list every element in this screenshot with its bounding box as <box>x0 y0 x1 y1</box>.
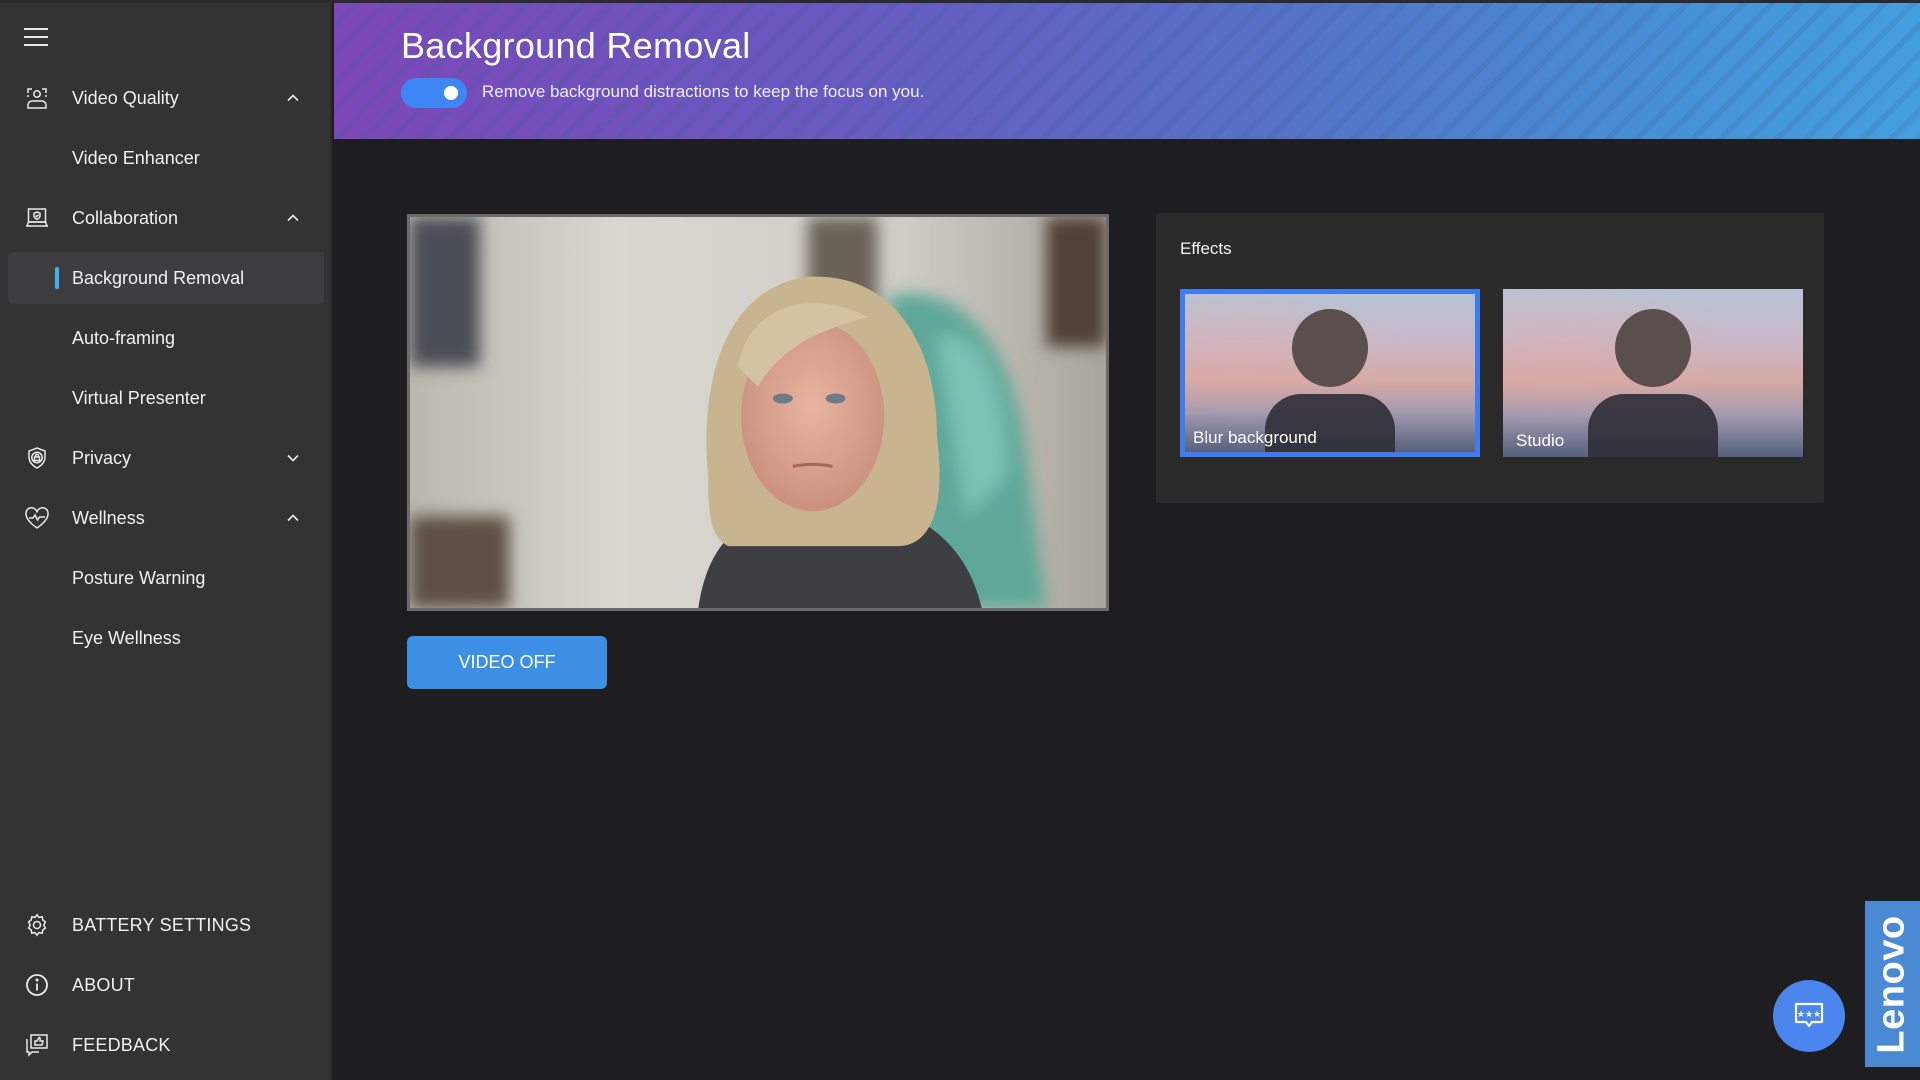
chevron-up-icon[interactable] <box>286 511 300 525</box>
sidebar-section-video-quality[interactable]: Video Quality <box>8 72 324 124</box>
sidebar-item-battery-settings[interactable]: BATTERY SETTINGS <box>8 899 324 951</box>
sidebar-item-label: Posture Warning <box>72 567 206 588</box>
sidebar-section-wellness[interactable]: Wellness <box>8 492 324 544</box>
sidebar-item-label: Background Removal <box>72 267 245 288</box>
person-silhouette-icon <box>1615 309 1691 387</box>
sidebar-item-eye-wellness[interactable]: Eye Wellness <box>8 612 324 664</box>
effects-title: Effects <box>1180 239 1232 258</box>
toggle-knob <box>444 86 458 100</box>
sidebar-item-video-enhancer[interactable]: Video Enhancer <box>8 132 324 184</box>
sidebar-section-label: Collaboration <box>72 207 179 228</box>
chevron-up-icon[interactable] <box>286 211 300 225</box>
sidebar-item-posture-warning[interactable]: Posture Warning <box>8 552 324 604</box>
effect-option-blur-background[interactable]: Blur background <box>1180 289 1480 457</box>
sidebar-item-label: Virtual Presenter <box>72 387 206 408</box>
chat-feedback-button[interactable]: ★★★ <box>1773 980 1845 1052</box>
background-removal-toggle[interactable] <box>401 78 467 108</box>
sidebar-item-background-removal[interactable]: Background Removal <box>8 252 324 304</box>
lenovo-logo: Lenovo <box>1865 901 1920 1067</box>
camera-preview-image <box>410 217 1106 608</box>
person-silhouette-icon <box>1292 309 1368 387</box>
video-off-button[interactable]: VIDEO OFF <box>407 636 607 689</box>
effect-option-studio[interactable]: Studio <box>1503 289 1803 457</box>
sidebar: Video Quality Video Enhancer Collaborati… <box>0 0 332 1080</box>
chat-rating-icon: ★★★ <box>1794 1002 1824 1028</box>
sidebar-item-virtual-presenter[interactable]: Virtual Presenter <box>8 372 324 424</box>
sidebar-section-privacy[interactable]: Privacy <box>8 432 324 484</box>
hamburger-icon[interactable] <box>24 28 48 48</box>
effect-label: Blur background <box>1193 428 1317 447</box>
effects-panel: Effects Blur background Studio <box>1156 213 1824 503</box>
page-header-banner: Background Removal Remove background dis… <box>334 3 1920 139</box>
sidebar-item-label: FEEDBACK <box>72 1034 171 1055</box>
sidebar-item-label: ABOUT <box>72 974 136 995</box>
sidebar-item-auto-framing[interactable]: Auto-framing <box>8 312 324 364</box>
chevron-down-icon[interactable] <box>286 451 300 465</box>
sidebar-item-label: Video Enhancer <box>72 147 200 168</box>
info-icon <box>24 972 50 998</box>
sidebar-item-label: BATTERY SETTINGS <box>72 914 252 935</box>
sidebar-item-label: Eye Wellness <box>72 627 181 648</box>
heart-pulse-icon <box>24 505 50 531</box>
sidebar-item-feedback[interactable]: FEEDBACK <box>8 1019 324 1071</box>
active-indicator <box>55 267 59 289</box>
sidebar-item-about[interactable]: ABOUT <box>8 959 324 1011</box>
page-title: Background Removal <box>401 25 751 66</box>
gear-icon <box>24 912 50 938</box>
camera-person-icon <box>24 85 50 111</box>
shield-lock-icon <box>24 445 50 471</box>
feedback-icon <box>24 1032 50 1058</box>
page-description: Remove background distractions to keep t… <box>482 82 925 101</box>
sidebar-section-label: Privacy <box>72 447 132 468</box>
camera-preview <box>407 214 1109 611</box>
chevron-up-icon[interactable] <box>286 91 300 105</box>
sidebar-item-label: Auto-framing <box>72 327 176 348</box>
window-top-edge <box>0 0 1920 3</box>
person-silhouette-body <box>1588 394 1718 457</box>
effect-label: Studio <box>1516 431 1565 450</box>
sidebar-section-collaboration[interactable]: Collaboration <box>8 192 324 244</box>
sidebar-section-label: Video Quality <box>72 87 179 108</box>
sidebar-section-label: Wellness <box>72 507 145 528</box>
app-window: Video Quality Video Enhancer Collaborati… <box>0 0 1920 1080</box>
laptop-shield-icon <box>24 205 50 231</box>
svg-text:★★★: ★★★ <box>1797 1010 1821 1020</box>
brand-name: Lenovo <box>1871 914 1913 1054</box>
